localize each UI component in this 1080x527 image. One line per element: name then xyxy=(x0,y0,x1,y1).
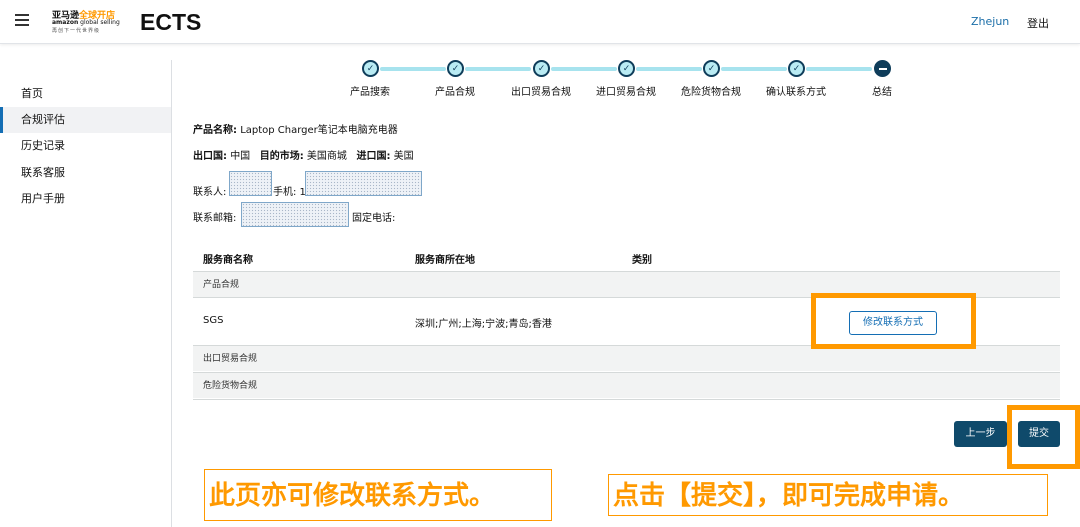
export-country-label: 出口国: xyxy=(193,151,227,162)
step-connector xyxy=(551,67,617,71)
step-connector xyxy=(380,67,446,71)
contact-label: 联系人: xyxy=(193,187,227,198)
previous-step-button[interactable]: 上一步 xyxy=(954,421,1007,447)
step-connector xyxy=(465,67,531,71)
redacted-mobile xyxy=(305,171,422,196)
target-market-value: 美国商城 xyxy=(306,151,347,162)
target-market-label: 目的市场: xyxy=(259,151,304,162)
provider-name-cell: SGS xyxy=(203,315,224,326)
redacted-contact-name xyxy=(229,171,272,196)
step-connector xyxy=(806,67,872,71)
sidebar-item-user-manual[interactable]: 用户手册 xyxy=(0,186,171,212)
mobile-label: 手机: 1 xyxy=(273,187,306,198)
product-name-line: 产品名称: Laptop Charger笔记本电脑充电器 xyxy=(193,121,398,136)
phone-label: 固定电话: xyxy=(352,213,396,224)
top-header: 亚马逊全球开店 amazon global selling 再创下一代世界级 E… xyxy=(0,0,1080,44)
hamburger-menu-icon[interactable] xyxy=(15,14,29,26)
annotation-note-edit-contact: 此页亦可修改联系方式。 xyxy=(204,469,552,521)
sidebar-item-history[interactable]: 历史记录 xyxy=(0,133,171,159)
step-label-dangerous-goods: 危险货物合规 xyxy=(681,87,741,98)
progress-stepper: ✓ ✓ ✓ ✓ ✓ ✓ 产品搜索 产品合规 出口贸易合规 进口贸易合规 危险货物… xyxy=(340,58,900,98)
check-icon: ✓ xyxy=(788,60,805,77)
table-header: 服务商名称 服务商所在地 类别 xyxy=(193,244,1060,271)
check-icon: ✓ xyxy=(447,60,464,77)
user-name[interactable]: Zhejun xyxy=(971,15,1009,28)
logo-tagline: 再创下一代世界级 xyxy=(52,28,101,34)
annotation-note-submit: 点击【提交】，即可完成申请。 xyxy=(608,474,1048,516)
step-label-export-compliance: 出口贸易合规 xyxy=(511,87,571,98)
sidebar-item-contact-support[interactable]: 联系客服 xyxy=(0,160,171,186)
sidebar-item-compliance-assessment[interactable]: 合规评估 xyxy=(0,107,171,133)
sidebar: 首页 合规评估 历史记录 联系客服 用户手册 xyxy=(0,60,172,527)
app-title: ECTS xyxy=(140,9,202,35)
step-label-product-search: 产品搜索 xyxy=(350,87,390,98)
redacted-email xyxy=(241,202,349,227)
step-label-confirm-contact: 确认联系方式 xyxy=(766,87,826,98)
import-country-value: 美国 xyxy=(393,151,414,162)
table-bottom-border xyxy=(193,399,1060,400)
email-label: 联系邮箱: xyxy=(193,213,237,224)
country-line: 出口国: 中国 目的市场: 美国商城 进口国: 美国 xyxy=(193,147,414,162)
minus-icon xyxy=(874,60,891,77)
check-icon: ✓ xyxy=(533,60,550,77)
import-country-label: 进口国: xyxy=(356,151,391,162)
step-connector xyxy=(721,67,787,71)
step-label-summary: 总结 xyxy=(872,87,892,98)
step-connector xyxy=(636,67,702,71)
product-name-value: Laptop Charger笔记本电脑充电器 xyxy=(240,125,398,136)
highlight-frame-submit xyxy=(1007,405,1080,469)
logo-en-title: amazon global selling xyxy=(52,19,120,26)
col-provider-name: 服务商名称 xyxy=(203,255,253,266)
product-name-label: 产品名称: xyxy=(193,125,237,136)
step-label-import-compliance: 进口贸易合规 xyxy=(596,87,656,98)
check-icon: ✓ xyxy=(362,60,379,77)
check-icon: ✓ xyxy=(703,60,720,77)
export-country-value: 中国 xyxy=(230,151,251,162)
group-row-dangerous-goods: 危险货物合规 xyxy=(193,372,1060,398)
col-provider-location: 服务商所在地 xyxy=(415,255,475,266)
step-label-product-compliance: 产品合规 xyxy=(435,87,475,98)
sidebar-item-home[interactable]: 首页 xyxy=(0,81,171,107)
col-category: 类别 xyxy=(632,255,652,266)
highlight-frame-edit-contact xyxy=(811,293,976,349)
provider-location-cell: 深圳;广州;上海;宁波;青岛;香港 xyxy=(415,319,552,330)
amazon-global-selling-logo[interactable]: 亚马逊全球开店 amazon global selling 再创下一代世界级 xyxy=(52,8,122,36)
logout-link[interactable]: 登出 xyxy=(1027,15,1049,31)
check-icon: ✓ xyxy=(618,60,635,77)
